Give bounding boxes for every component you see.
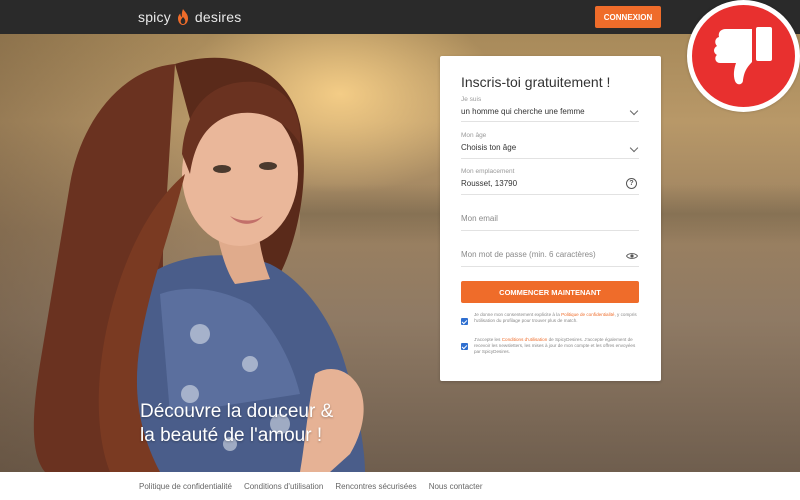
i-am-value: un homme qui cherche une femme (461, 107, 585, 116)
hero-headline-line2: la beauté de l'amour ! (140, 425, 323, 446)
location-value: Rousset, 13790 (461, 179, 518, 188)
age-value: Choisis ton âge (461, 143, 517, 152)
privacy-consent: Je donne mon consentement explicite à la… (461, 312, 641, 325)
location-label: Mon emplacement (461, 168, 515, 175)
email-placeholder: Mon email (461, 214, 498, 223)
top-navigation-bar: spicy desires CONNEXION (0, 0, 800, 34)
terms-of-use-link[interactable]: Conditions d'utilisation (502, 337, 548, 342)
site-logo[interactable]: spicy desires (138, 8, 241, 26)
hero-headline: Découvre la douceur & la beauté de l'amo… (140, 400, 440, 448)
footer-link-terms[interactable]: Conditions d'utilisation (244, 482, 323, 491)
footer-link-contact[interactable]: Nous contacter (429, 482, 483, 491)
start-now-button[interactable]: COMMENCER MAINTENANT (461, 281, 639, 303)
privacy-consent-text: Je donne mon consentement explicite à la… (474, 312, 637, 323)
i-am-select[interactable]: Je suis un homme qui cherche une femme (461, 96, 639, 122)
password-placeholder: Mon mot de passe (min. 6 caractères) (461, 250, 596, 259)
age-label: Mon âge (461, 132, 487, 139)
location-field[interactable]: Mon emplacement Rousset, 13790 ? (461, 168, 639, 195)
help-icon[interactable]: ? (626, 178, 637, 189)
i-am-label: Je suis (461, 96, 482, 103)
terms-consent-text: J'accepte les Conditions d'utilisation d… (474, 337, 636, 354)
logo-text-desires: desires (194, 9, 242, 25)
email-field[interactable]: Mon email (461, 214, 639, 231)
terms-consent: J'accepte les Conditions d'utilisation d… (461, 337, 641, 355)
thumbs-down-badge (687, 0, 800, 112)
footer-link-privacy[interactable]: Politique de confidentialité (139, 482, 232, 491)
footer: Politique de confidentialité Conditions … (0, 472, 800, 500)
hero-headline-line1: Découvre la douceur & (140, 401, 334, 422)
terms-consent-checkbox[interactable] (461, 343, 468, 350)
age-select[interactable]: Mon âge Choisis ton âge (461, 132, 639, 159)
thumbs-down-icon (714, 27, 772, 85)
signup-form: Inscris-toi gratuitement ! Je suis un ho… (440, 56, 661, 381)
privacy-policy-link[interactable]: Politique de confidentialité (561, 312, 614, 317)
password-field[interactable]: Mon mot de passe (min. 6 caractères) (461, 250, 639, 267)
hero-section: Découvre la douceur & la beauté de l'amo… (0, 34, 800, 472)
show-password-icon[interactable] (626, 252, 638, 260)
signup-form-title: Inscris-toi gratuitement ! (461, 74, 611, 90)
footer-links: Politique de confidentialité Conditions … (139, 482, 483, 491)
login-button[interactable]: CONNEXION (595, 6, 661, 28)
privacy-consent-checkbox[interactable] (461, 318, 468, 325)
logo-text-spicy: spicy (138, 9, 171, 25)
footer-link-safe-dating[interactable]: Rencontres sécurisées (335, 482, 416, 491)
flame-icon (177, 9, 188, 25)
